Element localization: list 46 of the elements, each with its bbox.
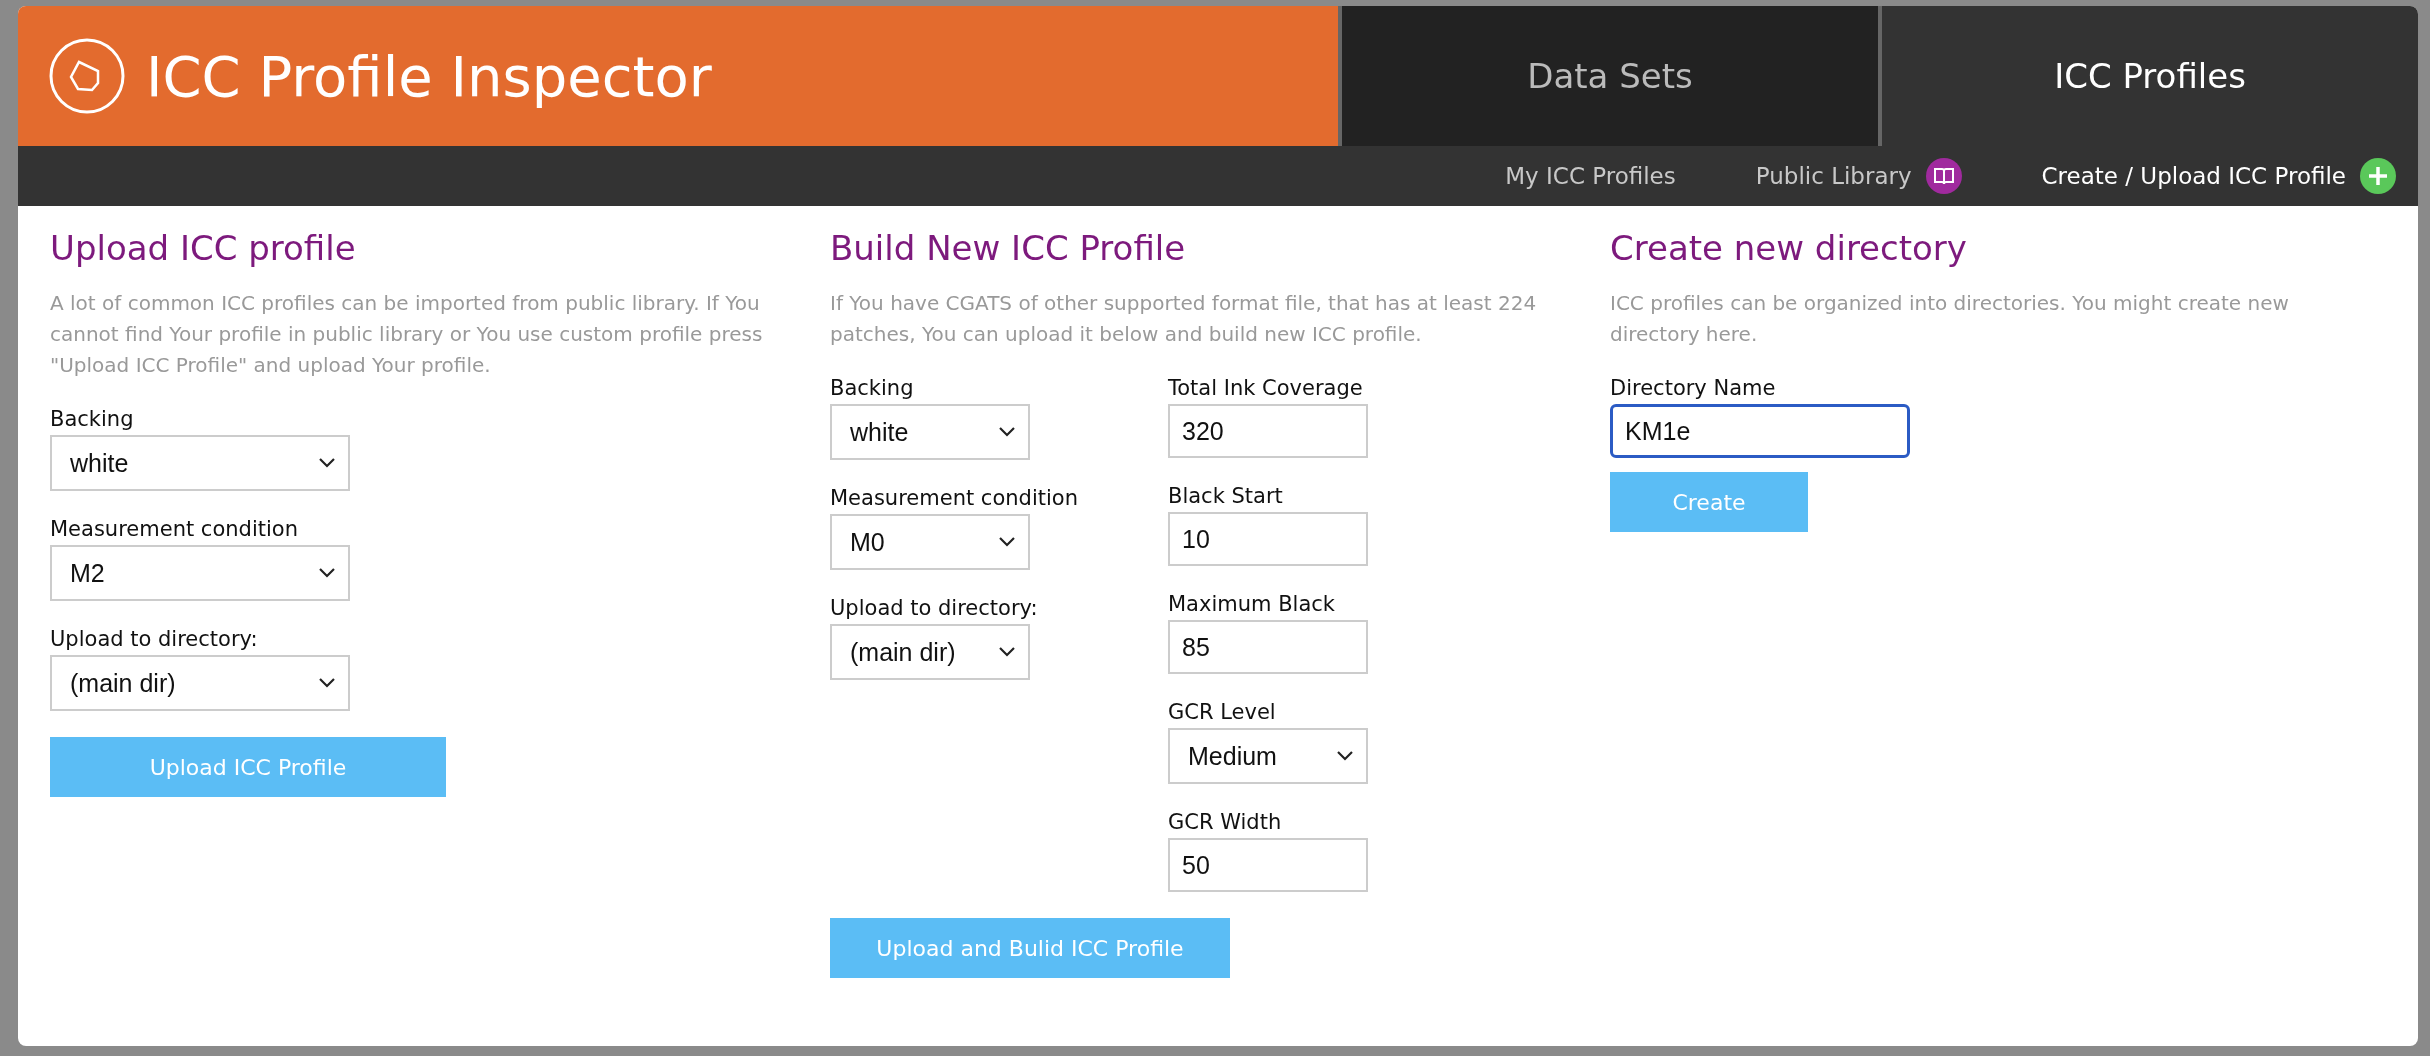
section-title: Build New ICC Profile xyxy=(830,228,1187,268)
input-field[interactable]: KM1e xyxy=(1610,404,1910,458)
sub-nav-link[interactable]: My ICC Profiles xyxy=(1505,163,1676,189)
chevron-down-icon xyxy=(318,567,336,579)
sub-nav-link[interactable]: Public Library xyxy=(1755,158,1962,194)
logo-icon xyxy=(48,37,126,115)
book-icon xyxy=(1925,158,1962,194)
input-field[interactable]: 85 xyxy=(1168,620,1368,674)
sub-nav-link[interactable]: Create / Upload ICC Profile xyxy=(2041,158,2396,194)
field-label: Measurement condition xyxy=(50,517,299,541)
field-label: GCR Level xyxy=(1168,700,1277,724)
app-title: ICC Profile Inspector xyxy=(146,43,712,109)
field-label: Backing xyxy=(50,407,135,431)
chevron-down-icon xyxy=(1336,750,1354,762)
input-field[interactable]: 50 xyxy=(1168,838,1368,892)
plus-icon xyxy=(2360,158,2396,194)
field-label: Upload to directory: xyxy=(830,596,1039,620)
field-label: Directory Name xyxy=(1610,376,1777,400)
section-title: Upload ICC profile xyxy=(50,228,357,268)
field-label: GCR Width xyxy=(1168,810,1283,834)
chevron-down-icon xyxy=(998,426,1016,438)
select-field[interactable]: (main dir) xyxy=(830,624,1030,680)
select-field[interactable]: Medium xyxy=(1168,728,1368,784)
select-field[interactable]: (main dir) xyxy=(50,655,350,711)
nav-tab[interactable]: Data Sets xyxy=(1338,6,1878,146)
field-label: Total Ink Coverage xyxy=(1168,376,1364,400)
chevron-down-icon xyxy=(318,457,336,469)
select-field[interactable]: M0 xyxy=(830,514,1030,570)
chevron-down-icon xyxy=(318,677,336,689)
chevron-down-icon xyxy=(998,536,1016,548)
field-label: Upload to directory: xyxy=(50,627,259,651)
section-description: ICC profiles can be organized into directories. You might create new directory here. xyxy=(1610,290,2290,348)
section-description: A lot of common ICC profiles can be imported from public library. If You cannot find Your profile in public library or You use custom profile press "Upload ICC Profile" and upload Your profile. xyxy=(50,290,764,379)
field-label: Black Start xyxy=(1168,484,1284,508)
nav-tab[interactable]: ICC Profiles xyxy=(1878,6,2418,146)
input-field[interactable]: 320 xyxy=(1168,404,1368,458)
field-label: Maximum Black xyxy=(1168,592,1336,616)
section-title: Create new directory xyxy=(1610,228,1968,268)
input-field[interactable]: 10 xyxy=(1168,512,1368,566)
select-field[interactable]: M2 xyxy=(50,545,350,601)
select-field[interactable]: white xyxy=(830,404,1030,460)
field-label: Measurement condition xyxy=(830,486,1079,510)
field-label: Backing xyxy=(830,376,915,400)
section-description: If You have CGATS of other supported format file, that has at least 224 patches, You can upload it below and build new ICC profile. xyxy=(830,290,1538,348)
select-field[interactable]: white xyxy=(50,435,350,491)
chevron-down-icon xyxy=(998,646,1016,658)
